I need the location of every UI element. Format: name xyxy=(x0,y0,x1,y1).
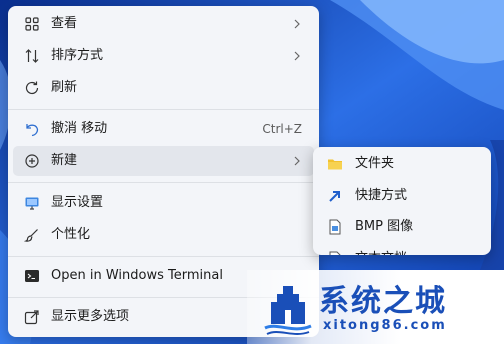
menu-item-label: 查看 xyxy=(51,16,78,31)
menu-item-label: Open in Windows Terminal xyxy=(51,268,223,283)
menu-item-label: 刷新 xyxy=(51,80,78,95)
menu-item-undo-move[interactable]: 撤消 移动 Ctrl+Z xyxy=(13,114,314,144)
undo-icon xyxy=(26,124,39,137)
submenu-item-bmp-image[interactable]: BMP 图像 xyxy=(318,212,486,242)
submenu-item-label: 快捷方式 xyxy=(355,188,408,203)
new-submenu: 文件夹 快捷方式 BMP 图像 文本文档 xyxy=(313,147,491,255)
menu-item-label: 显示设置 xyxy=(51,195,104,210)
menu-item-label: 排序方式 xyxy=(51,48,104,63)
refresh-icon xyxy=(25,81,39,95)
display-icon xyxy=(25,197,39,210)
chevron-right-icon xyxy=(294,156,300,166)
menu-item-view[interactable]: 查看 xyxy=(13,9,314,39)
menu-item-new[interactable]: 新建 xyxy=(13,146,314,176)
shortcut-hint: Ctrl+Z xyxy=(262,122,302,136)
sort-icon xyxy=(25,49,39,63)
share-icon xyxy=(24,310,39,325)
chevron-right-icon xyxy=(294,19,300,29)
watermark-url: xitong86.com xyxy=(323,318,447,333)
castle-logo-icon xyxy=(264,286,312,335)
menu-separator xyxy=(8,182,319,183)
chevron-right-icon xyxy=(294,51,300,61)
plus-circle-icon xyxy=(25,154,39,168)
submenu-item-label: BMP 图像 xyxy=(355,219,414,234)
shortcut-icon xyxy=(329,191,340,202)
watermark-logo: 系统之城 xitong86.com xyxy=(247,270,504,344)
submenu-item-label: 文本文档 xyxy=(355,244,407,255)
menu-separator xyxy=(8,109,319,110)
submenu-item-label: 文件夹 xyxy=(355,156,395,171)
menu-item-personalize[interactable]: 个性化 xyxy=(13,220,314,250)
menu-item-display-settings[interactable]: 显示设置 xyxy=(13,188,314,218)
folder-icon xyxy=(328,159,342,170)
menu-item-sort-by[interactable]: 排序方式 xyxy=(13,41,314,71)
watermark-name: 系统之城 xyxy=(319,284,447,319)
submenu-item-folder[interactable]: 文件夹 xyxy=(318,149,486,179)
menu-item-label: 个性化 xyxy=(51,227,91,242)
image-file-icon xyxy=(329,219,341,235)
menu-item-label: 显示更多选项 xyxy=(51,309,130,324)
brush-icon xyxy=(24,229,38,242)
submenu-item-shortcut[interactable]: 快捷方式 xyxy=(318,181,486,211)
terminal-icon xyxy=(25,270,39,282)
menu-item-label: 撤消 移动 xyxy=(51,121,108,136)
text-file-icon xyxy=(329,251,341,255)
menu-item-refresh[interactable]: 刷新 xyxy=(13,73,314,103)
menu-item-label: 新建 xyxy=(51,153,78,168)
grid-icon xyxy=(25,17,39,31)
submenu-item-text-document[interactable]: 文本文档 xyxy=(318,244,486,255)
menu-separator xyxy=(8,256,319,257)
